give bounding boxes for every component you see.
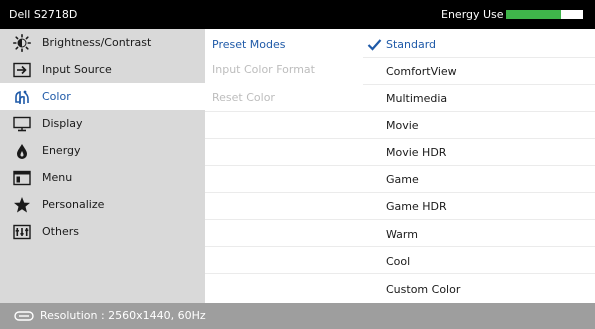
preset-mode-options: Standard ComfortView Multimedia Movie Mo… [363,29,595,303]
option-label: Movie [386,119,419,132]
input-source-icon [12,60,32,79]
option-label: Game [386,173,419,186]
menu-item-label: Color [42,90,71,103]
menu-item-input-source[interactable]: Input Source [0,56,205,83]
option-label: ComfortView [386,65,457,78]
status-footer: Resolution : 2560x1440, 60Hz [0,303,595,329]
option-custom-color[interactable]: Custom Color [363,276,595,303]
divider [363,246,595,247]
option-label: Game HDR [386,200,447,213]
option-game[interactable]: Game [363,166,595,193]
menu-item-others[interactable]: Others [0,218,205,245]
menu-item-label: Brightness/Contrast [42,36,152,49]
menu-item-label: Input Source [42,63,112,76]
monitor-osd: Dell S2718D Energy Use Brightness/Contra… [0,0,595,329]
divider [205,111,363,112]
menu-item-label: Display [42,117,83,130]
star-icon [12,195,32,214]
energy-use-meter [506,10,583,19]
option-cool[interactable]: Cool [363,248,595,275]
option-label: Standard [386,38,437,51]
option-comfortview[interactable]: ComfortView [363,58,595,85]
divider [205,138,363,139]
menu-item-brightness-contrast[interactable]: Brightness/Contrast [0,29,205,56]
option-warm[interactable]: Warm [363,221,595,248]
option-label: Warm [386,228,418,241]
menu-icon [12,168,32,187]
submenu-item-input-color-format: Input Color Format [212,63,315,76]
divider [205,219,363,220]
energy-use-label: Energy Use [441,8,504,21]
submenu-item-preset-modes[interactable]: Preset Modes [205,31,363,58]
option-movie-hdr[interactable]: Movie HDR [363,139,595,166]
option-label: Movie HDR [386,146,447,159]
menu-item-label: Energy [42,144,81,157]
menu-item-display[interactable]: Display [0,110,205,137]
menu-item-menu[interactable]: Menu [0,164,205,191]
option-game-hdr[interactable]: Game HDR [363,193,595,220]
menu-item-label: Personalize [42,198,105,211]
menu-item-label: Menu [42,171,73,184]
option-label: Custom Color [386,283,461,296]
divider [205,165,363,166]
option-movie[interactable]: Movie [363,112,595,139]
divider [205,192,363,193]
divider [205,246,363,247]
energy-icon [12,141,32,160]
resolution-status: Resolution : 2560x1440, 60Hz [40,309,206,322]
main-menu: Brightness/Contrast Input Source Color D… [0,29,205,303]
option-standard[interactable]: Standard [363,31,595,58]
option-label: Cool [386,255,411,268]
submenu-item-reset-color: Reset Color [212,91,275,104]
divider [363,273,595,274]
model-name: Dell S2718D [9,8,78,21]
display-icon [12,114,32,133]
energy-use-fill [506,10,562,19]
color-icon [12,87,32,106]
brightness-icon [12,33,32,52]
osd-header: Dell S2718D Energy Use [0,0,595,29]
menu-item-label: Others [42,225,79,238]
option-multimedia[interactable]: Multimedia [363,85,595,112]
color-submenu: Preset Modes Input Color Format Reset Co… [205,29,363,303]
cable-connector-icon [14,311,34,321]
menu-item-personalize[interactable]: Personalize [0,191,205,218]
checkmark-icon [367,39,382,51]
divider [205,273,363,274]
divider [363,219,595,220]
menu-item-energy[interactable]: Energy [0,137,205,164]
option-label: Multimedia [386,92,448,105]
others-icon [12,222,32,241]
menu-item-color[interactable]: Color [0,83,205,110]
